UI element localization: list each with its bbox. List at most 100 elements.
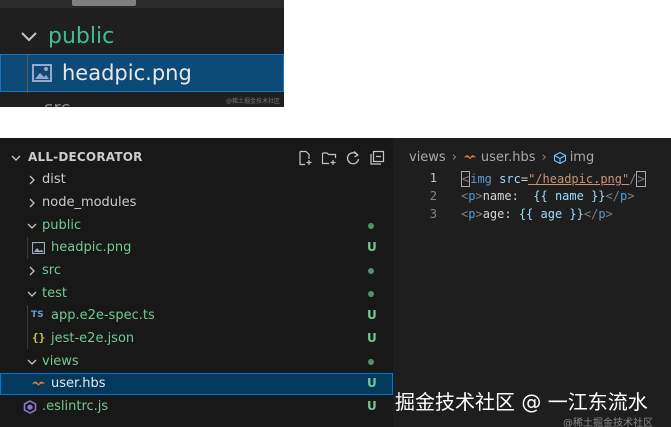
new-file-icon[interactable]: [297, 150, 313, 166]
explorer-panel: ALL-DECORATOR dist node_modules public h…: [0, 138, 393, 427]
typescript-icon: TS: [31, 310, 44, 320]
watermark-text: 掘金技术社区 @ 一江东流水: [395, 390, 648, 414]
code-line[interactable]: 3 <p>age: {{ age }}</p>: [393, 205, 671, 224]
code-token: >: [636, 171, 646, 187]
zoom-watermark: @稀土掘金技术社区: [225, 98, 280, 105]
tree-item-node-modules[interactable]: node_modules: [0, 192, 393, 214]
tree-item-jest-e2e[interactable]: {} jest-e2e.json U: [0, 328, 393, 350]
line-number: 1: [429, 171, 437, 185]
tree-item-label: jest-e2e.json: [51, 331, 135, 346]
code-token: /: [629, 172, 637, 186]
tree-item-src[interactable]: src: [0, 260, 393, 282]
git-modified-dot: [368, 359, 374, 365]
code-line[interactable]: 2 <p>name: {{ name }}</p>: [393, 187, 671, 206]
chevron-down-icon: [27, 359, 37, 365]
tree-item-label: src: [42, 263, 61, 278]
handlebars-icon: [463, 154, 476, 159]
git-untracked-badge: U: [367, 399, 377, 413]
code-token: >: [475, 189, 483, 203]
watermark-small: @稀土掘金技术社区: [563, 418, 653, 427]
indent-guide: [27, 55, 28, 93]
tab-mark: [72, 0, 136, 6]
code-token: {{ age }}: [518, 207, 584, 221]
tree-item-label: public: [42, 218, 82, 233]
tree-item-views[interactable]: views: [0, 351, 393, 373]
chevron-right-icon: ›: [541, 150, 547, 165]
breadcrumb: views › user.hbs › img: [409, 150, 594, 165]
git-untracked-badge: U: [367, 308, 377, 322]
breadcrumb-item-symbol[interactable]: img: [570, 150, 595, 165]
handlebars-icon: [32, 381, 45, 386]
tree-item-label: dist: [42, 172, 66, 187]
code-line[interactable]: 1 <img src="/headpic.png"/>: [393, 169, 671, 188]
chevron-right-icon: ›: [451, 150, 457, 165]
chevron-down-icon: [27, 291, 37, 297]
zoom-file-label: headpic.png: [62, 61, 192, 85]
tree-item-dist[interactable]: dist: [0, 169, 393, 191]
code-text: <p>age: {{ age }}</p>: [461, 207, 613, 221]
line-number: 2: [429, 189, 437, 203]
tree-item-test[interactable]: test: [0, 283, 393, 305]
tree-item-user-hbs[interactable]: user.hbs U: [0, 373, 393, 395]
eslint-icon: [23, 400, 37, 414]
collapse-all-icon[interactable]: [369, 150, 385, 166]
chevron-right-icon: [29, 266, 35, 276]
chevron-down-icon: [21, 32, 37, 42]
git-untracked-badge: U: [367, 331, 377, 345]
code-token: </: [605, 189, 620, 203]
tree-item-label: views: [42, 354, 79, 369]
code-token: >: [475, 207, 483, 221]
zoom-file-headpic[interactable]: headpic.png: [0, 54, 284, 93]
git-untracked-badge: U: [367, 240, 377, 254]
tree-item-label: user.hbs: [51, 376, 106, 391]
symbol-element-icon: [553, 151, 567, 164]
zoomed-explorer-crop: public headpic.png src @稀土掘金技术社区: [0, 0, 284, 107]
code-token: src: [499, 172, 521, 186]
code-token: img: [470, 172, 492, 186]
breadcrumb-item-views[interactable]: views: [409, 150, 446, 165]
image-icon: [32, 64, 52, 82]
chevron-down-icon[interactable]: [10, 152, 22, 164]
chevron-down-icon: [27, 223, 37, 229]
code-token: {{ name }}: [533, 189, 606, 203]
zoom-folder-public[interactable]: public: [0, 20, 284, 52]
refresh-icon[interactable]: [345, 150, 361, 166]
code-token: p: [598, 207, 606, 221]
zoom-partial-src-label: src: [44, 98, 70, 107]
code-token: age:: [482, 207, 519, 221]
code-token: </: [583, 207, 599, 221]
tree-item-app-e2e-spec[interactable]: TS app.e2e-spec.ts U: [0, 305, 393, 327]
tree-item-label: .eslintrc.js: [42, 399, 109, 414]
image-icon: [32, 242, 45, 254]
git-modified-dot: [368, 268, 374, 274]
vscode-window: ALL-DECORATOR dist node_modules public h…: [0, 138, 671, 427]
code-text: <p>name: {{ name }}</p>: [461, 189, 634, 203]
code-token: >: [627, 189, 635, 203]
tree-item-eslintrc[interactable]: .eslintrc.js U: [0, 396, 393, 418]
code-token: "/headpic.png": [528, 172, 630, 186]
tree-item-label: app.e2e-spec.ts: [51, 308, 155, 323]
json-icon: {}: [32, 331, 46, 344]
code-token: <: [461, 171, 471, 187]
code-text: <img src="/headpic.png"/>: [461, 171, 646, 187]
zoom-folder-label: public: [48, 23, 115, 49]
tree-item-label: test: [42, 286, 67, 301]
editor-panel: views › user.hbs › img 1 <img src="/head…: [393, 138, 671, 427]
explorer-title: ALL-DECORATOR: [28, 150, 143, 164]
git-modified-dot: [368, 223, 374, 229]
breadcrumb-item-file[interactable]: user.hbs: [481, 150, 536, 165]
line-number: 3: [429, 207, 437, 221]
tree-item-label: node_modules: [42, 195, 137, 210]
code-token: name:: [482, 189, 534, 203]
tree-item-headpic[interactable]: headpic.png U: [0, 237, 393, 259]
tab-strip: [0, 0, 284, 8]
tree-item-public[interactable]: public: [0, 215, 393, 237]
git-untracked-badge: U: [367, 376, 377, 390]
chevron-right-icon: [29, 175, 35, 185]
chevron-right-icon: [29, 198, 35, 208]
code-token: =: [520, 172, 529, 186]
new-folder-icon[interactable]: [321, 150, 337, 166]
tree-item-label: headpic.png: [51, 240, 132, 255]
code-token: >: [605, 207, 613, 221]
git-modified-dot: [368, 291, 374, 297]
